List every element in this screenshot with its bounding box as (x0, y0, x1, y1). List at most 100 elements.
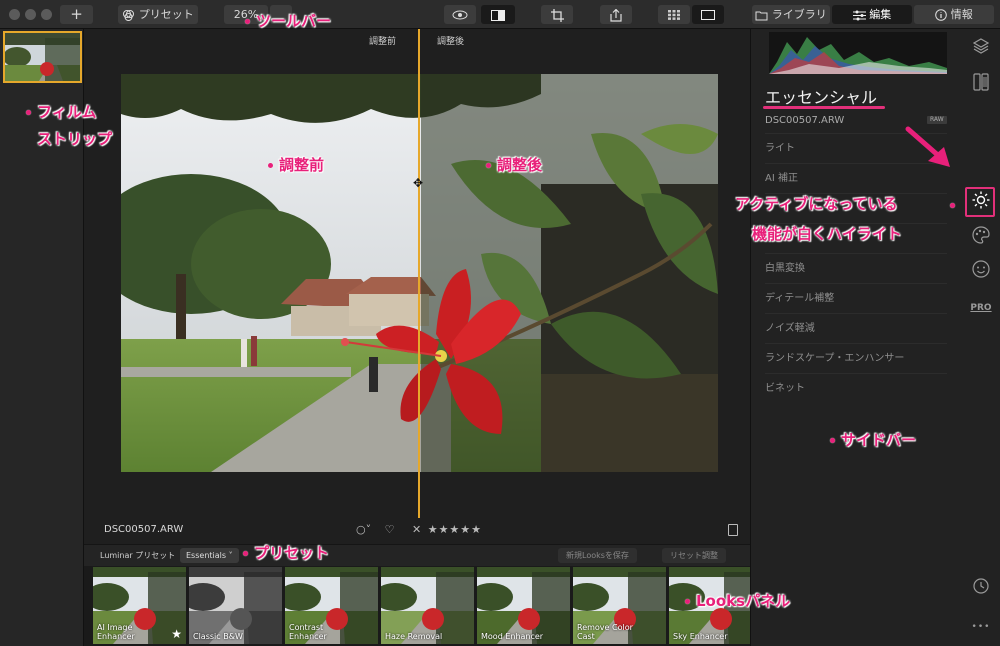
rating-stars[interactable]: ★★★★★ (428, 523, 482, 536)
library-icon (755, 11, 768, 20)
share-button[interactable] (600, 5, 632, 24)
preset-category-select[interactable]: Essentials ˅ (180, 548, 239, 563)
eye-icon (452, 10, 468, 20)
annotation-active-line1: アクティブになっている (735, 195, 898, 213)
image-info-bar: DSC00507.ARW ○˅ ♡ ✕ ★★★★★ (84, 518, 750, 544)
sidebar-filename: DSC00507.ARW (765, 115, 845, 126)
image-filename: DSC00507.ARW (104, 524, 184, 535)
annotation-arrow-icon (905, 126, 950, 167)
crop-button[interactable] (541, 5, 573, 24)
share-icon (610, 8, 622, 22)
zoom-window-button[interactable] (41, 9, 52, 20)
annotation-filmstrip-line2: ストリップ (37, 130, 113, 148)
annotation-sidebar: サイドバー (841, 431, 917, 449)
info-tab[interactable]: 情報 (914, 5, 994, 24)
look-label: Mood Enhancer (481, 632, 544, 641)
save-look-button[interactable]: 新規Looksを保存 (558, 548, 637, 563)
preview-button[interactable] (444, 5, 476, 24)
canvas-icon[interactable] (970, 73, 992, 95)
rating-controls: ○˅ ♡ ✕ ★★★★★ (356, 523, 482, 536)
thumbnail-image (5, 33, 80, 81)
more-options-icon[interactable]: ••• (970, 616, 992, 638)
annotation-dot (268, 163, 273, 168)
panel-title-underline (763, 106, 885, 109)
main-view: 調整前 調整後 ✥ DSC00507.ARW ○˅ ♡ ✕ ★★★★★ Lumi… (84, 29, 762, 646)
toolbar: + プリセット 26% ライブラリ 編集 情報 (0, 0, 1000, 29)
look-thumbnail[interactable]: AI Image Enhancer ★ (93, 567, 186, 644)
look-label: Classic B&W (193, 632, 243, 641)
split-view-icon (491, 9, 505, 21)
tool-item[interactable]: ディテール補整 (765, 283, 947, 313)
favorite-star-icon[interactable]: ★ (171, 627, 182, 641)
trash-icon[interactable] (728, 524, 738, 536)
single-view-button[interactable] (692, 5, 724, 24)
luminar-window: + プリセット 26% ライブラリ 編集 情報 調整前 調整後 ✥ DSC005… (0, 0, 1000, 646)
library-tab[interactable]: ライブラリ (752, 5, 830, 24)
portrait-face-icon[interactable] (970, 260, 992, 282)
sidebar: エッセンシャル DSC00507.ARW RAW ライト AI 補正 白黒変換 ディテ… (750, 29, 1000, 646)
look-thumbnail[interactable]: Remove Color Cast (573, 567, 666, 644)
look-thumbnail[interactable]: Haze Removal (381, 567, 474, 644)
raw-badge: RAW (927, 116, 947, 124)
look-thumbnail[interactable]: Contrast Enhancer (285, 567, 378, 644)
look-label: Contrast Enhancer (289, 623, 327, 641)
essentials-sun-icon[interactable] (970, 191, 992, 213)
compare-labels: 調整前 調整後 (84, 29, 750, 49)
look-thumbnail[interactable]: Mood Enhancer (477, 567, 570, 644)
panel-title: エッセンシャル (765, 88, 878, 107)
tool-item[interactable]: ノイズ軽減 (765, 313, 947, 343)
look-thumbnail[interactable]: Classic B&W (189, 567, 282, 644)
histogram (769, 32, 947, 74)
library-tab-label: ライブラリ (771, 8, 827, 21)
filmstrip-thumbnail[interactable] (3, 31, 82, 83)
grid-icon (668, 10, 680, 20)
look-label: Sky Enhancer (673, 632, 728, 641)
tool-item[interactable]: 白黒変換 (765, 253, 947, 283)
presets-label: プリセット (138, 8, 194, 21)
creative-palette-icon[interactable] (970, 226, 992, 248)
tool-item[interactable]: ランドスケープ・エンハンサー (765, 343, 947, 373)
grid-view-button[interactable] (658, 5, 690, 24)
annotation-active-line2: 機能が白くハイライト (752, 225, 902, 243)
favorite-heart-icon[interactable]: ♡ (385, 523, 395, 536)
history-clock-icon[interactable] (970, 578, 992, 600)
minimize-window-button[interactable] (25, 9, 36, 20)
annotation-dot (245, 19, 250, 24)
tool-item[interactable]: ビネット (765, 373, 947, 403)
add-button[interactable]: + (60, 5, 93, 24)
compare-view-button[interactable] (481, 5, 515, 24)
annotation-dot (243, 551, 248, 556)
annotation-after: 調整後 (497, 156, 543, 174)
after-label: 調整後 (437, 37, 465, 47)
annotation-dot (26, 110, 31, 115)
annotation-toolbar: ツールバー (256, 12, 332, 30)
presets-button[interactable]: プリセット (118, 5, 198, 24)
info-tab-label: 情報 (950, 8, 973, 21)
close-window-button[interactable] (9, 9, 20, 20)
look-label: AI Image Enhancer (97, 623, 135, 641)
reset-adjustments-button[interactable]: リセット調整 (662, 548, 726, 563)
preset-bar-label: Luminar プリセット (100, 551, 176, 560)
annotation-before: 調整前 (279, 156, 325, 174)
annotation-dot (486, 163, 491, 168)
divider-handle-icon[interactable]: ✥ (411, 177, 425, 189)
pro-tools-icon[interactable]: PRO (970, 297, 992, 319)
presets-icon (123, 9, 135, 21)
annotation-looks: Looksパネル (696, 592, 791, 610)
compare-divider[interactable] (418, 29, 420, 518)
annotation-dot (685, 599, 690, 604)
sliders-icon (852, 10, 866, 20)
color-label-icon[interactable]: ○˅ (356, 523, 371, 536)
looks-panel: AI Image Enhancer ★ Classic B&W Contrast En… (84, 566, 762, 646)
info-icon (935, 9, 948, 21)
before-label: 調整前 (369, 37, 397, 47)
annotation-presets: プリセット (254, 544, 330, 562)
reject-icon[interactable]: ✕ (412, 523, 421, 536)
look-label: Haze Removal (385, 632, 443, 641)
layers-icon[interactable] (970, 38, 992, 60)
single-image-icon (701, 10, 715, 20)
look-label: Remove Color Cast (577, 623, 633, 641)
edit-tab[interactable]: 編集 (832, 5, 912, 24)
crop-icon (550, 8, 564, 22)
annotation-dot (950, 203, 955, 208)
